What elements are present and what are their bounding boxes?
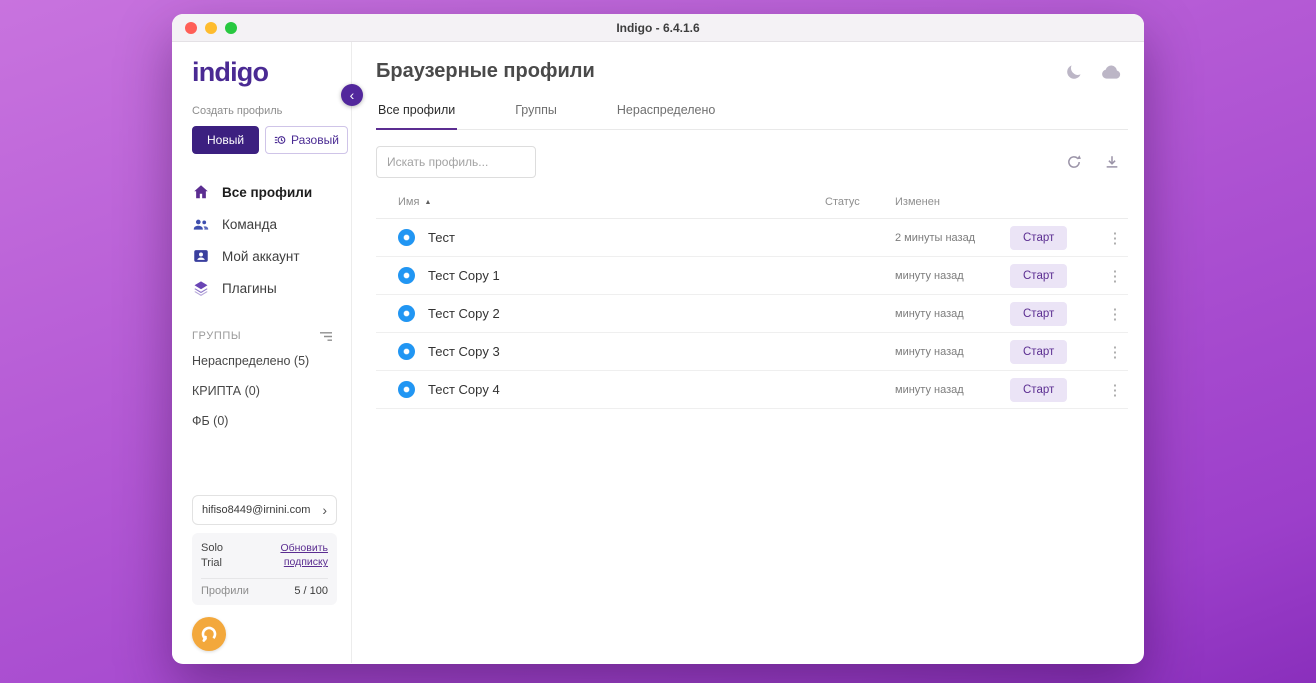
- sidebar-item-my-account[interactable]: Мой аккаунт: [172, 240, 351, 272]
- app-window: Indigo - 6.4.1.6 indigo Создать профиль …: [172, 14, 1144, 664]
- account-email: hifiso8449@irnini.com: [202, 504, 310, 516]
- sidebar: indigo Создать профиль Новый Разовый: [172, 42, 352, 663]
- plan-type: Trial: [201, 556, 223, 571]
- chevron-right-icon: ›: [322, 505, 327, 515]
- support-chat-button[interactable]: [192, 617, 226, 651]
- plugins-icon: [192, 279, 210, 297]
- close-button[interactable]: [185, 22, 197, 34]
- zoom-button[interactable]: [225, 22, 237, 34]
- profile-changed: минуту назад: [895, 346, 1010, 358]
- cloud-sync-icon[interactable]: [1101, 64, 1122, 80]
- timer-icon: [274, 134, 286, 146]
- subscription-panel: Solo Trial Обновить подписку Профили 5 /…: [192, 533, 337, 605]
- table-row[interactable]: Тест Copy 3 минуту назад Старт ⋮: [376, 333, 1128, 371]
- table-row[interactable]: Тест Copy 4 минуту назад Старт ⋮: [376, 371, 1128, 409]
- column-changed[interactable]: Изменен: [895, 196, 1010, 208]
- row-menu-icon[interactable]: ⋮: [1102, 305, 1128, 323]
- profile-changed: минуту назад: [895, 384, 1010, 396]
- quick-profile-label: Разовый: [291, 133, 339, 147]
- sidebar-item-all-profiles[interactable]: Все профили: [172, 176, 351, 208]
- window-title: Indigo - 6.4.1.6: [172, 21, 1144, 35]
- profile-changed: 2 минуты назад: [895, 232, 1010, 244]
- sort-groups-icon[interactable]: [319, 331, 333, 342]
- start-button[interactable]: Старт: [1010, 226, 1067, 250]
- search-input[interactable]: [376, 146, 536, 178]
- profiles-quota-value: 5 / 100: [294, 585, 328, 597]
- start-button[interactable]: Старт: [1010, 378, 1067, 402]
- table-row[interactable]: Тест Copy 1 минуту назад Старт ⋮: [376, 257, 1128, 295]
- tab-unassigned[interactable]: Нераспределено: [615, 103, 717, 129]
- profiles-table: Имя ▲ Статус Изменен Тест: [376, 192, 1128, 409]
- sidebar-item-label: Мой аккаунт: [222, 249, 300, 264]
- group-item-fb[interactable]: ФБ (0): [172, 406, 351, 436]
- profile-name: Тест Copy 4: [428, 382, 500, 397]
- profile-changed: минуту назад: [895, 308, 1010, 320]
- main-content: Браузерные профили Все профили Группы Не…: [352, 42, 1144, 663]
- profile-rows: Тест 2 минуты назад Старт ⋮ Тест Copy 1: [376, 219, 1128, 409]
- row-menu-icon[interactable]: ⋮: [1102, 381, 1128, 399]
- browser-profile-icon: [398, 305, 415, 322]
- refresh-icon[interactable]: [1066, 154, 1082, 170]
- profile-tabs: Все профили Группы Нераспределено: [376, 103, 1128, 130]
- browser-profile-icon: [398, 381, 415, 398]
- titlebar: Indigo - 6.4.1.6: [172, 14, 1144, 42]
- profile-name: Тест Copy 2: [428, 306, 500, 321]
- account-email-button[interactable]: hifiso8449@irnini.com ›: [192, 495, 337, 525]
- create-profile-label: Создать профиль: [192, 105, 351, 117]
- account-card-icon: [192, 247, 210, 265]
- sort-asc-icon: ▲: [424, 199, 431, 206]
- column-status[interactable]: Статус: [825, 196, 895, 208]
- sidebar-item-label: Команда: [222, 217, 277, 232]
- sidebar-nav: Все профили Команда Мой аккаунт: [172, 176, 351, 304]
- groups-header: ГРУППЫ: [192, 330, 241, 342]
- table-row[interactable]: Тест Copy 2 минуту назад Старт ⋮: [376, 295, 1128, 333]
- profiles-quota-label: Профили: [201, 585, 249, 597]
- column-name[interactable]: Имя: [398, 196, 419, 208]
- download-icon[interactable]: [1104, 154, 1120, 170]
- group-item-unassigned[interactable]: Нераспределено (5): [172, 346, 351, 376]
- browser-profile-icon: [398, 229, 415, 246]
- traffic-lights: [185, 22, 237, 34]
- profile-name: Тест Copy 3: [428, 344, 500, 359]
- new-profile-button[interactable]: Новый: [192, 126, 259, 154]
- start-button[interactable]: Старт: [1010, 264, 1067, 288]
- start-button[interactable]: Старт: [1010, 302, 1067, 326]
- team-icon: [192, 215, 210, 233]
- page-title: Браузерные профили: [376, 60, 595, 83]
- table-header: Имя ▲ Статус Изменен: [376, 192, 1128, 219]
- browser-profile-icon: [398, 267, 415, 284]
- home-icon: [192, 183, 210, 201]
- upgrade-subscription-link[interactable]: Обновить подписку: [280, 541, 328, 571]
- minimize-button[interactable]: [205, 22, 217, 34]
- browser-profile-icon: [398, 343, 415, 360]
- sidebar-item-plugins[interactable]: Плагины: [172, 272, 351, 304]
- sidebar-item-label: Плагины: [222, 281, 277, 296]
- tab-groups[interactable]: Группы: [513, 103, 559, 129]
- sidebar-collapse-button[interactable]: ‹: [341, 84, 363, 106]
- start-button[interactable]: Старт: [1010, 340, 1067, 364]
- sidebar-item-team[interactable]: Команда: [172, 208, 351, 240]
- sidebar-item-label: Все профили: [222, 185, 312, 200]
- group-item-crypto[interactable]: КРИПТА (0): [172, 376, 351, 406]
- profile-name: Тест Copy 1: [428, 268, 500, 283]
- profile-changed: минуту назад: [895, 270, 1010, 282]
- profile-name: Тест: [428, 230, 455, 245]
- row-menu-icon[interactable]: ⋮: [1102, 229, 1128, 247]
- plan-name: Solo: [201, 541, 223, 556]
- app-logo: indigo: [192, 57, 351, 88]
- row-menu-icon[interactable]: ⋮: [1102, 267, 1128, 285]
- dark-mode-icon[interactable]: [1065, 63, 1083, 81]
- quick-profile-button[interactable]: Разовый: [265, 126, 348, 154]
- table-row[interactable]: Тест 2 минуты назад Старт ⋮: [376, 219, 1128, 257]
- tab-all-profiles[interactable]: Все профили: [376, 103, 457, 130]
- row-menu-icon[interactable]: ⋮: [1102, 343, 1128, 361]
- chat-bubble-icon: [199, 624, 219, 644]
